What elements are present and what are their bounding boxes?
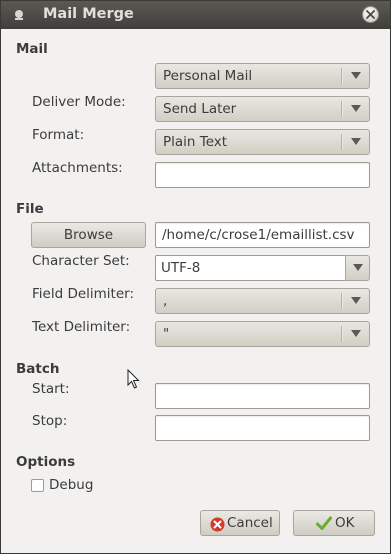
section-options-heading: Options	[16, 454, 76, 470]
section-file-heading: File	[16, 201, 44, 217]
format-value: Plain Text	[163, 134, 228, 150]
close-button[interactable]	[362, 6, 379, 23]
browse-button[interactable]: Browse	[31, 222, 146, 248]
charset-dropdown-button[interactable]	[345, 255, 370, 281]
ok-button[interactable]: OK	[293, 510, 375, 536]
mail-merge-dialog: Mail Merge Mail Personal Mail Deliver Mo…	[0, 0, 391, 554]
format-label: Format:	[32, 127, 85, 143]
window-title: Mail Merge	[43, 6, 134, 22]
text-delimiter-label: Text Delimiter:	[32, 319, 131, 335]
file-path-input[interactable]: /home/c/crose1/emaillist.csv	[155, 222, 370, 248]
cancel-button[interactable]: Cancel	[200, 510, 280, 536]
chevron-down-icon	[351, 138, 361, 145]
chevron-down-icon	[353, 264, 363, 271]
text-delimiter-value: "	[163, 326, 170, 342]
section-batch-heading: Batch	[16, 361, 60, 377]
mail-profile-value: Personal Mail	[163, 68, 253, 84]
charset-combo[interactable]: UTF-8	[155, 255, 370, 281]
debug-checkbox[interactable]	[31, 479, 44, 492]
combo-separator	[341, 326, 343, 342]
titlebar[interactable]: Mail Merge	[1, 1, 390, 29]
debug-label[interactable]: Debug	[49, 477, 93, 493]
stop-label: Stop:	[32, 413, 68, 429]
charset-label: Character Set:	[32, 253, 130, 269]
combo-separator	[341, 293, 343, 309]
combo-separator	[341, 134, 343, 150]
deliver-mode-value: Send Later	[163, 101, 237, 117]
chevron-down-icon	[351, 105, 361, 112]
field-delimiter-value: ,	[163, 293, 168, 309]
start-label: Start:	[32, 381, 70, 397]
deliver-mode-label: Deliver Mode:	[32, 94, 126, 110]
window-menu-icon[interactable]	[12, 8, 26, 22]
start-input[interactable]	[155, 383, 370, 409]
attachments-label: Attachments:	[32, 160, 123, 176]
combo-separator	[341, 101, 343, 117]
file-path-value: /home/c/crose1/emaillist.csv	[162, 227, 355, 243]
text-delimiter-select[interactable]: "	[155, 321, 370, 347]
checkmark-icon	[316, 516, 332, 530]
chevron-down-icon	[351, 72, 361, 79]
field-delimiter-select[interactable]: ,	[155, 288, 370, 314]
stop-input[interactable]	[155, 415, 370, 441]
mail-profile-select[interactable]: Personal Mail	[155, 63, 370, 89]
ok-button-label: OK	[335, 515, 355, 531]
chevron-down-icon	[351, 330, 361, 337]
mouse-pointer-icon	[127, 369, 140, 389]
deliver-mode-select[interactable]: Send Later	[155, 96, 370, 122]
cancel-button-label: Cancel	[227, 515, 273, 531]
section-mail-heading: Mail	[16, 41, 48, 57]
attachments-input[interactable]	[155, 162, 370, 188]
combo-separator	[341, 68, 343, 84]
cancel-icon	[210, 517, 225, 532]
format-select[interactable]: Plain Text	[155, 129, 370, 155]
charset-field[interactable]: UTF-8	[155, 255, 345, 281]
charset-value: UTF-8	[161, 260, 201, 276]
field-delimiter-label: Field Delimiter:	[32, 286, 135, 302]
close-icon	[366, 10, 375, 19]
chevron-down-icon	[351, 297, 361, 304]
browse-button-label: Browse	[63, 227, 114, 243]
